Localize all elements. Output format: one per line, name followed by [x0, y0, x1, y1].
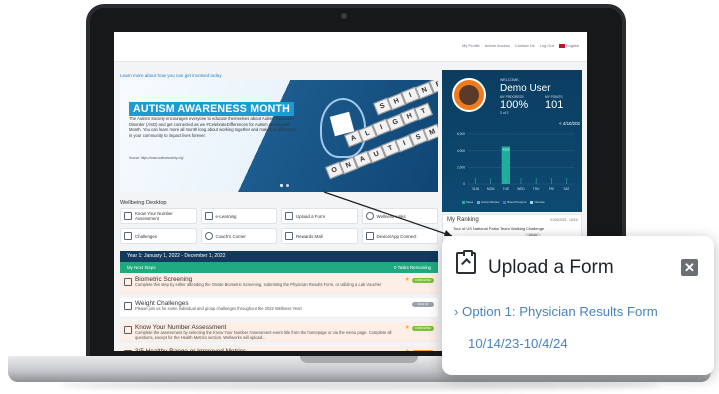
form-date-range: 10/14/23-10/4/24	[468, 336, 568, 351]
promo-laptop-mockup: My Profile Admin Access Contact Us Log O…	[0, 0, 719, 394]
close-icon[interactable]: ✕	[681, 259, 698, 276]
popup-title: Upload a Form	[488, 257, 614, 278]
physician-results-form-link[interactable]: › Option 1: Physician Results Form	[454, 304, 658, 319]
upload-form-popup: Upload a Form ✕ › Option 1: Physician Re…	[442, 236, 714, 375]
upload-icon	[456, 250, 476, 274]
